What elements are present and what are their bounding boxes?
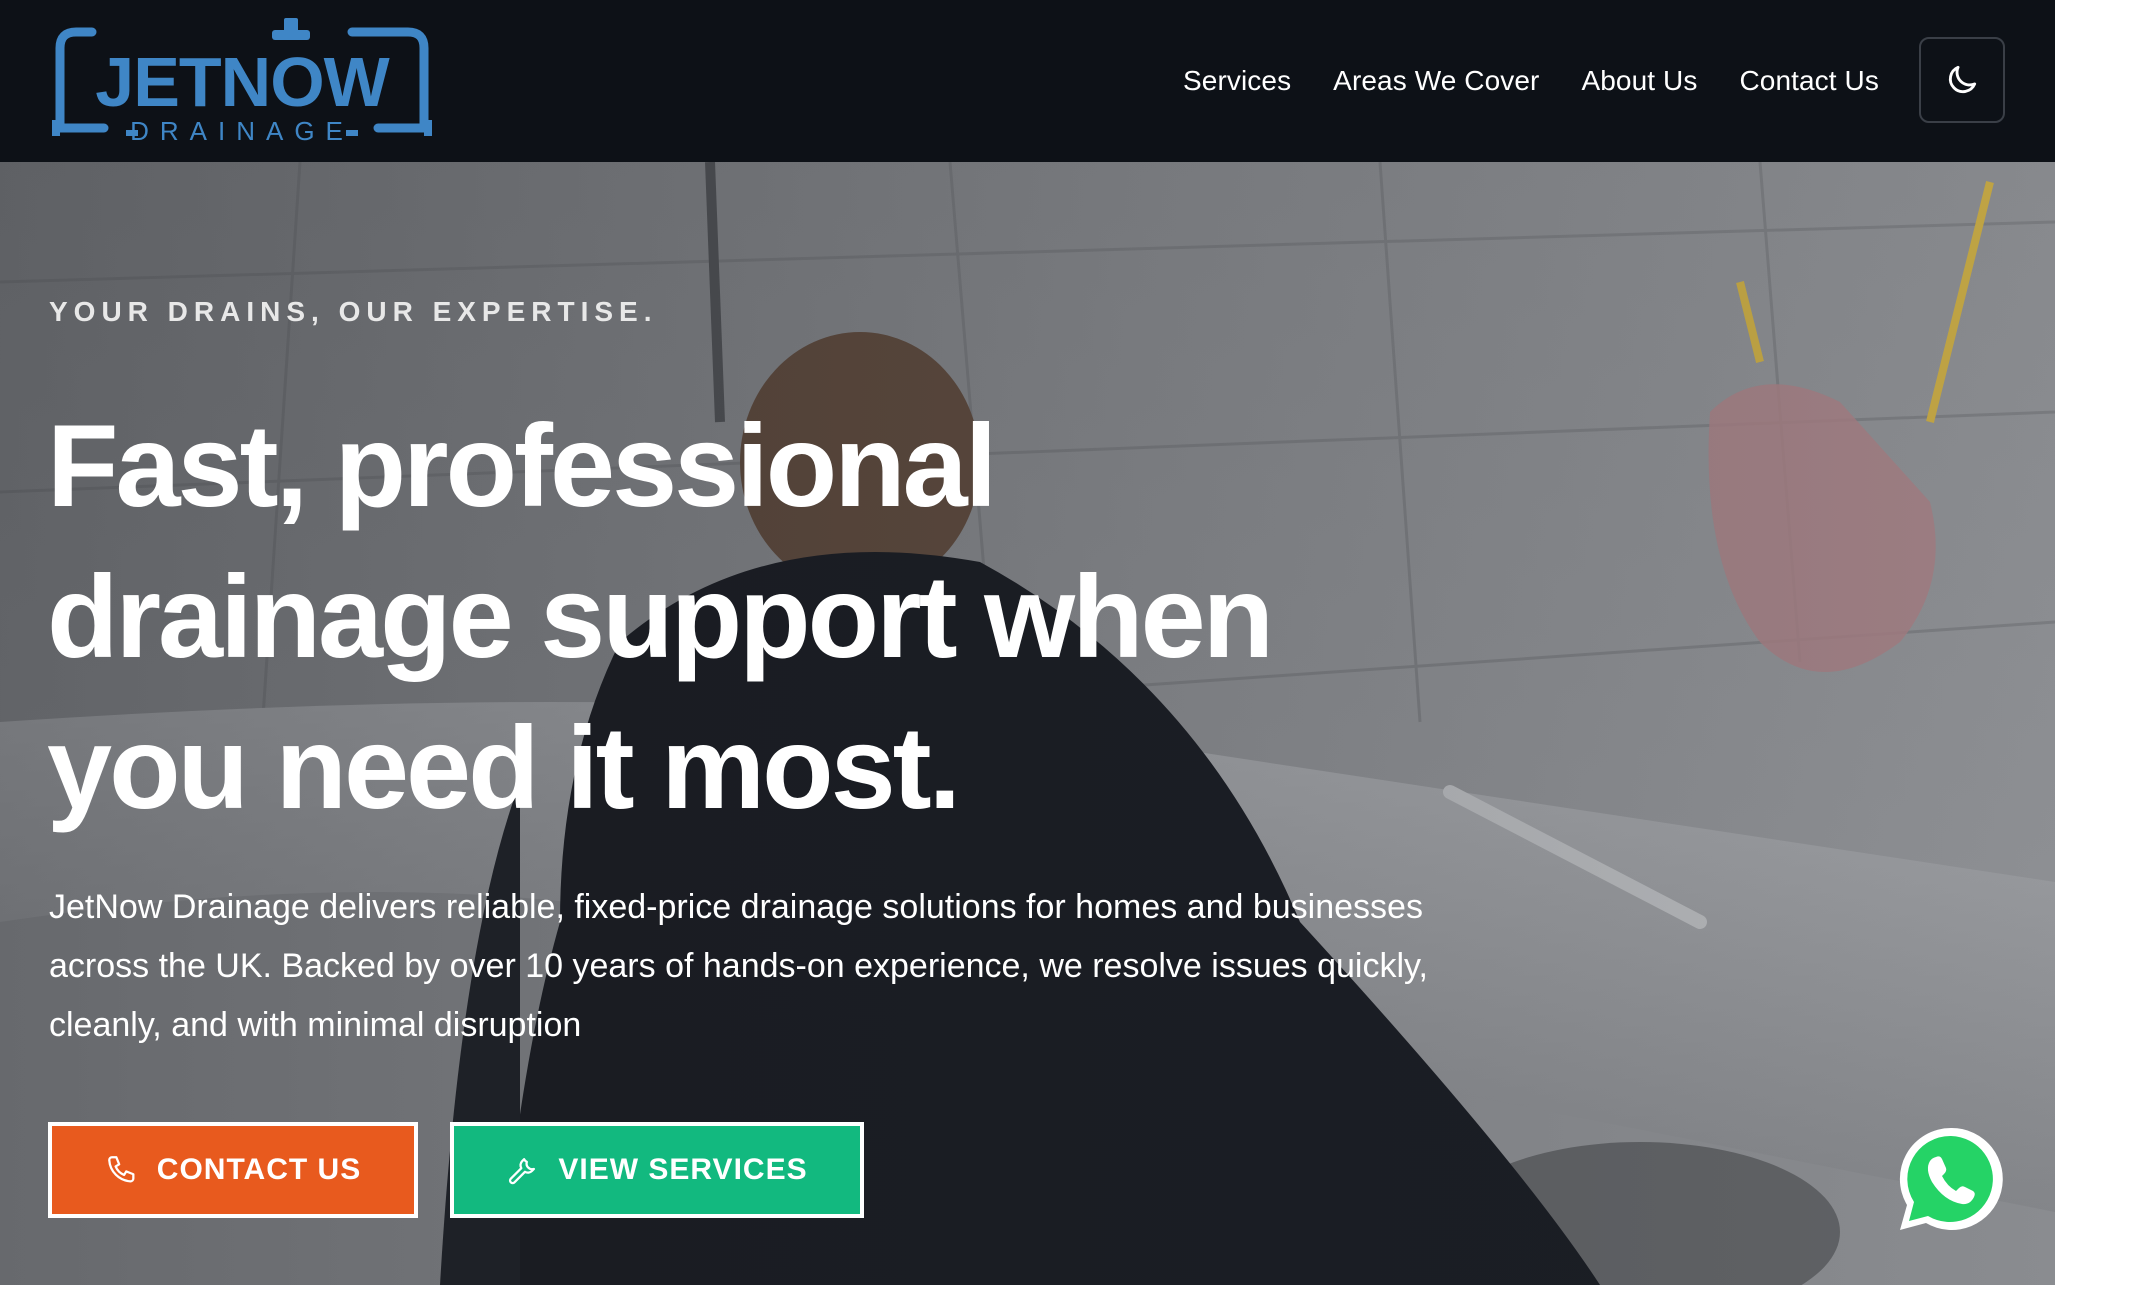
site-header: JETNOW DRAINAGE Services Areas We Cover … [0,0,2055,162]
contact-us-label: CONTACT US [156,1153,362,1186]
svg-text:DRAINAGE: DRAINAGE [130,116,354,144]
hero-tagline: YOUR DRAINS, OUR EXPERTISE. [49,296,658,327]
hero-description: JetNow Drainage delivers reliable, fixed… [49,888,1428,1044]
hero-section: YOUR DRAINS, OUR EXPERTISE. Fast, profes… [0,162,2055,1285]
nav-about-us[interactable]: About Us [1581,65,1697,97]
jetnow-logo[interactable]: JETNOW DRAINAGE [52,16,432,144]
whatsapp-chat-button[interactable] [1896,1124,2006,1234]
nav-services[interactable]: Services [1183,65,1291,97]
contact-us-button[interactable]: CONTACT US [48,1122,418,1218]
phone-icon [107,1156,135,1183]
svg-text:JETNOW: JETNOW [95,43,389,121]
hero-headline: Fast, professional drainage support when… [47,400,1274,833]
view-services-button[interactable]: VIEW SERVICES [450,1122,864,1218]
nav-contact-us[interactable]: Contact Us [1739,65,1879,97]
wrench-icon [509,1158,536,1185]
tap-pipe-logo-icon: JETNOW DRAINAGE [52,18,432,144]
moon-icon [1948,65,1977,94]
main-nav: Services Areas We Cover About Us Contact… [1183,58,1879,104]
view-services-label: VIEW SERVICES [558,1153,808,1186]
whatsapp-icon [1899,1127,2003,1230]
nav-areas-we-cover[interactable]: Areas We Cover [1333,65,1539,97]
theme-toggle-button[interactable] [1919,37,2005,123]
page: JETNOW DRAINAGE Services Areas We Cover … [0,0,2146,1308]
